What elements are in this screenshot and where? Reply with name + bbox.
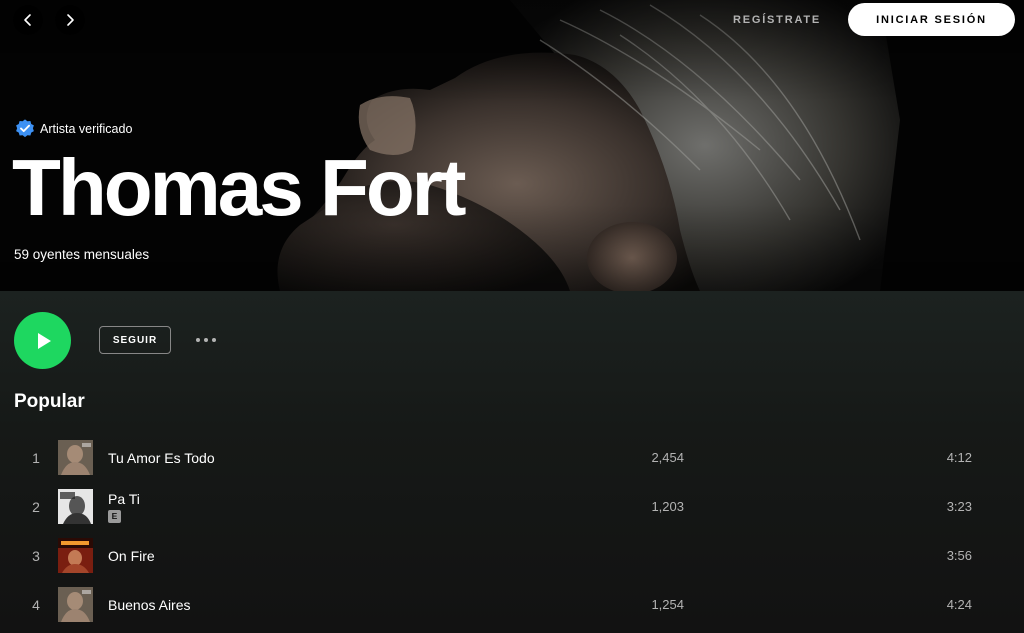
chevron-left-icon <box>24 14 31 26</box>
popular-section-title: Popular <box>14 391 85 412</box>
track-number: 1 <box>32 449 40 466</box>
artist-name: Thomas Fort <box>12 143 466 232</box>
track-title[interactable]: Tu Amor Es Todo <box>108 450 215 466</box>
track-duration: 4:12 <box>946 450 972 465</box>
signup-button[interactable]: REGÍSTRATE <box>719 7 835 33</box>
more-options-icon <box>204 338 208 342</box>
track-number: 2 <box>32 498 40 515</box>
chevron-right-icon <box>67 14 74 26</box>
track-cover-art <box>58 538 93 573</box>
explicit-badge: E <box>108 509 121 523</box>
track-title[interactable]: Buenos Aires <box>108 597 191 613</box>
track-number: 3 <box>32 547 40 564</box>
track-plays: 1,203 <box>651 499 684 514</box>
track-cover-art <box>58 587 93 622</box>
track-row[interactable]: 3 On Fire 3:56 <box>14 532 1010 579</box>
track-duration: 3:23 <box>946 499 972 514</box>
track-cover-art <box>58 489 93 524</box>
back-button[interactable] <box>13 5 43 35</box>
track-cover-art <box>58 440 93 475</box>
track-info: Pa Ti E <box>108 483 140 530</box>
forward-button[interactable] <box>55 5 85 35</box>
track-row[interactable]: 4 Buenos Aires 1,254 4:24 <box>14 581 1010 628</box>
artist-content: SEGUIR Popular 1 Tu Amor Es Todo 2,454 4… <box>0 291 1024 633</box>
track-title[interactable]: Pa Ti <box>108 491 140 507</box>
track-info: On Fire <box>108 532 155 579</box>
play-button[interactable] <box>14 312 71 369</box>
track-plays: 2,454 <box>651 450 684 465</box>
more-options-icon <box>212 338 216 342</box>
track-title[interactable]: On Fire <box>108 548 155 564</box>
artist-header: REGÍSTRATE INICIAR SESIÓN Artista verifi… <box>0 0 1024 291</box>
more-options-button[interactable] <box>190 329 222 351</box>
track-duration: 4:24 <box>946 597 972 612</box>
track-number: 4 <box>32 596 40 613</box>
track-info: Tu Amor Es Todo <box>108 434 215 481</box>
track-duration: 3:56 <box>946 548 972 563</box>
more-options-icon <box>196 338 200 342</box>
verified-badge-icon <box>16 119 34 138</box>
play-icon <box>37 332 51 349</box>
track-row[interactable]: 2 Pa Ti E 1,203 3:23 <box>14 483 1010 530</box>
verified-label: Artista verificado <box>40 122 133 136</box>
track-plays <box>574 532 684 579</box>
track-plays: 1,254 <box>651 597 684 612</box>
follow-button[interactable]: SEGUIR <box>99 326 171 354</box>
track-info: Buenos Aires <box>108 581 191 628</box>
track-row[interactable]: 1 Tu Amor Es Todo 2,454 4:12 <box>14 434 1010 481</box>
monthly-listeners: 59 oyentes mensuales <box>14 247 150 262</box>
login-button[interactable]: INICIAR SESIÓN <box>848 3 1015 36</box>
verified-artist-badge: Artista verificado <box>14 119 132 139</box>
